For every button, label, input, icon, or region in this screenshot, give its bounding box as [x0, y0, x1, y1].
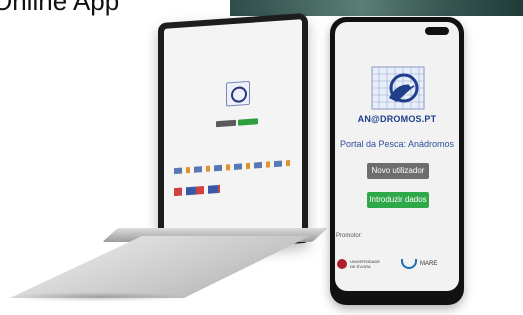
phone-camera-icon — [425, 27, 449, 35]
app-subtitle: Portal da Pesca: Anádromos — [339, 139, 455, 149]
laptop-shadow — [8, 292, 188, 302]
mare-logo-icon — [401, 259, 417, 269]
phone-screen: AN@DROMOS.PT Portal da Pesca: Anádromos … — [335, 22, 459, 291]
app-name: AN@DROMOS.PT — [357, 114, 437, 124]
laptop-lid — [158, 12, 308, 254]
enter-data-button[interactable]: Introduzir dados — [367, 192, 429, 208]
laptop-app-logo-icon — [226, 80, 250, 107]
university-evora-logo-icon — [337, 259, 347, 269]
laptop-screen — [164, 19, 302, 243]
mare-label: MARE — [420, 261, 438, 267]
laptop-new-user-button[interactable] — [216, 119, 236, 128]
laptop-mockup — [0, 0, 330, 315]
phone-mockup: AN@DROMOS.PT Portal da Pesca: Anádromos … — [330, 17, 464, 305]
new-user-button[interactable]: Novo utilizador — [367, 163, 429, 179]
university-evora-label: UNIVERSIDADE DE ÉVORA — [350, 259, 380, 269]
laptop-enter-data-button[interactable] — [238, 118, 258, 126]
laptop-keyboard-base — [10, 236, 310, 298]
laptop-funder-logos — [174, 184, 220, 197]
app-logo-icon — [371, 66, 425, 110]
promotor-label: Promotor: — [336, 233, 363, 239]
university-evora-line2: DE ÉVORA — [350, 264, 371, 269]
partner-university-evora: UNIVERSIDADE DE ÉVORA — [337, 259, 380, 269]
laptop-partner-logos — [174, 159, 292, 175]
partner-mare: MARE — [401, 259, 437, 269]
